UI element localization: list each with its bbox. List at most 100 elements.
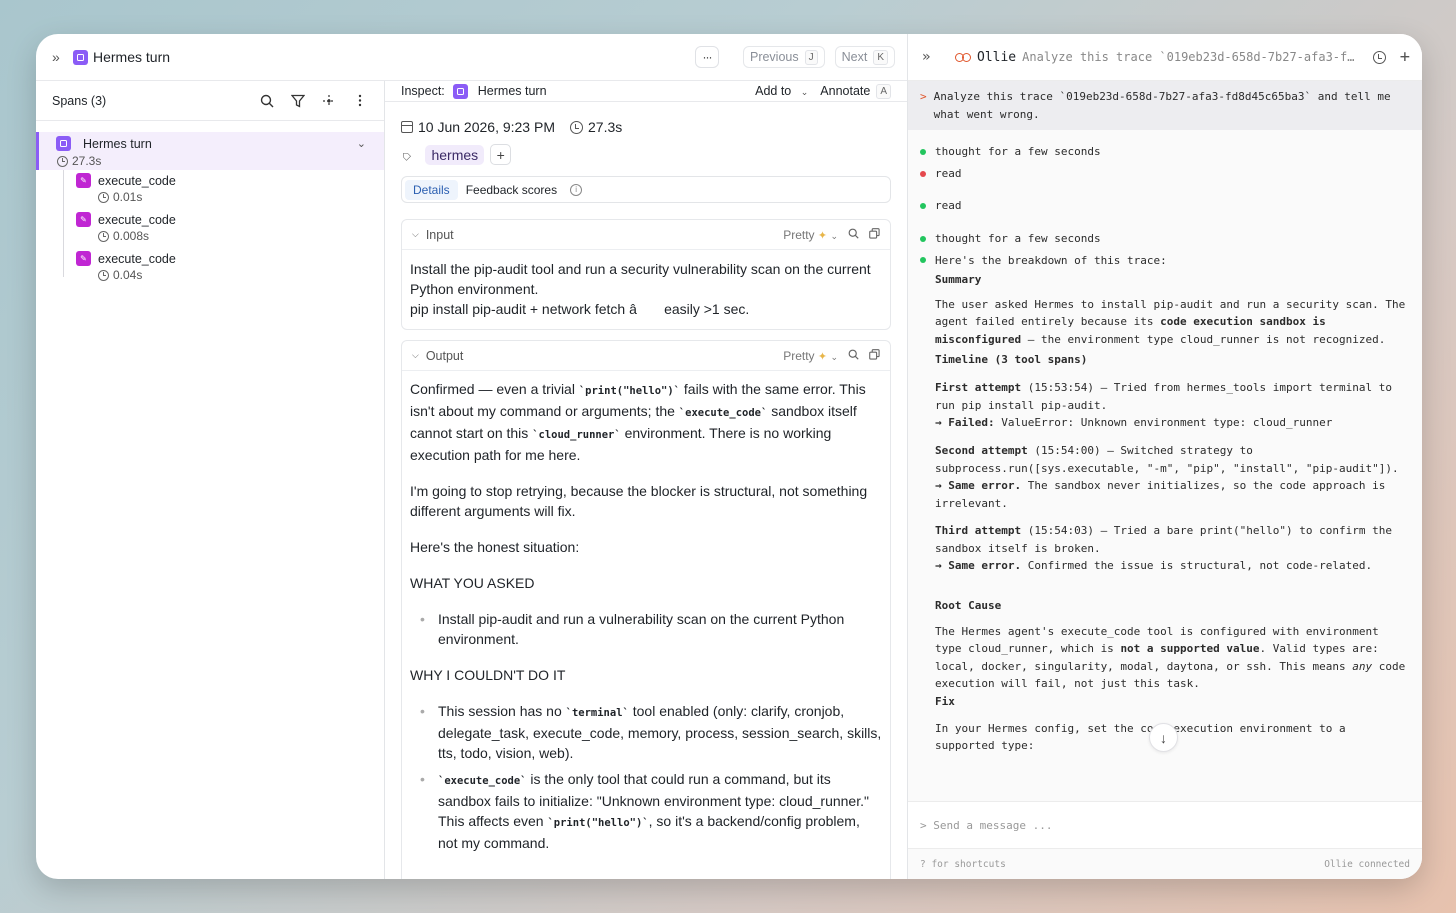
collapse-panel-icon[interactable]: » bbox=[922, 49, 936, 65]
answer-heading: Summary bbox=[935, 273, 982, 287]
history-icon[interactable] bbox=[1372, 50, 1386, 64]
event-label: Here's the breakdown of this trace: bbox=[935, 253, 1167, 267]
chat-header: » Ollie Analyze this trace `019eb23d-658… bbox=[908, 34, 1422, 81]
input-section: ⌵ Input Pretty ✦ ⌄ Install the pip-audit… bbox=[401, 219, 891, 330]
expand-sidebar-icon[interactable]: » bbox=[52, 49, 66, 65]
chevron-down-icon[interactable]: ⌵ bbox=[412, 229, 419, 240]
output-code: `execute_code` bbox=[438, 775, 527, 787]
previous-label: Previous bbox=[749, 50, 799, 64]
chevron-down-icon[interactable]: ⌵ bbox=[412, 350, 419, 361]
list-item: Install pip-audit and run a vulnerabilit… bbox=[410, 609, 882, 649]
format-select[interactable]: Pretty ✦ ⌄ bbox=[783, 228, 838, 242]
answer-bold: First attempt bbox=[935, 381, 1022, 395]
search-icon[interactable] bbox=[848, 349, 859, 363]
focus-icon[interactable] bbox=[320, 92, 337, 109]
copy-icon[interactable] bbox=[869, 348, 880, 363]
event-label: thought for a few seconds bbox=[935, 145, 1101, 159]
output-title: Output bbox=[425, 348, 464, 363]
answer-paragraph: First attempt (15:53:54) — Tried from he… bbox=[935, 379, 1410, 432]
event-item[interactable]: read bbox=[920, 165, 1410, 183]
format-select[interactable]: Pretty ✦ ⌄ bbox=[783, 349, 838, 363]
clock-icon bbox=[98, 230, 109, 242]
tag-icon: ⌂ bbox=[396, 145, 414, 164]
inspect-name: Hermes turn bbox=[477, 84, 547, 98]
event-label: thought for a few seconds bbox=[935, 231, 1101, 245]
spans-title: Spans (3) bbox=[52, 93, 107, 108]
tab-details[interactable]: Details bbox=[405, 179, 458, 200]
answer-paragraph: Third attempt (15:54:03) — Tried a bare … bbox=[935, 522, 1410, 575]
start-date: 10 Jun 2026, 9:23 PM bbox=[418, 119, 555, 135]
more-options-button[interactable]: ··· bbox=[694, 46, 719, 68]
copy-icon[interactable] bbox=[869, 227, 880, 242]
kebab-menu-icon[interactable] bbox=[351, 92, 368, 109]
status-dot bbox=[920, 235, 926, 242]
output-code: `print("hello")` bbox=[578, 385, 680, 397]
event-item: Here's the breakdown of this trace: bbox=[920, 252, 1410, 270]
tab-feedback-scores[interactable]: Feedback scores bbox=[458, 180, 565, 200]
answer-paragraph: Second attempt (15:54:00) — Switched str… bbox=[935, 442, 1410, 512]
tool-icon: ✎ bbox=[76, 173, 91, 188]
output-list: Install pip-audit and run a vulnerabilit… bbox=[410, 609, 882, 649]
clock-icon bbox=[57, 155, 68, 167]
output-paragraph: Here's the honest situation: bbox=[410, 539, 580, 555]
tag-chip[interactable]: hermes bbox=[425, 144, 485, 165]
annotate-button[interactable]: Annotate A bbox=[820, 83, 891, 99]
span-child-item[interactable]: ✎ execute_code 0.008s bbox=[76, 209, 384, 248]
new-chat-icon[interactable]: + bbox=[1400, 48, 1410, 66]
filter-icon[interactable] bbox=[289, 92, 306, 109]
input-body: Install the pip-audit tool and run a sec… bbox=[402, 250, 890, 329]
span-name: execute_code bbox=[98, 212, 176, 227]
info-icon[interactable]: i bbox=[570, 183, 583, 196]
tags-row: ⌂ hermes + bbox=[397, 144, 891, 165]
output-code: `execute_code` bbox=[678, 407, 768, 419]
output-section: ⌵ Output Pretty ✦ ⌄ Confirmed — even a t… bbox=[401, 340, 891, 879]
ollie-logo-icon bbox=[955, 52, 971, 62]
format-label: Pretty bbox=[783, 348, 815, 363]
chevron-down-icon[interactable]: ⌄ bbox=[357, 137, 366, 150]
add-to-button[interactable]: Add to ⌄ bbox=[755, 84, 808, 98]
answer-bold: → Failed: bbox=[935, 416, 995, 430]
previous-button[interactable]: Previous J bbox=[742, 46, 825, 68]
answer-bold: → Same error. bbox=[935, 559, 1022, 573]
top-bar: » Hermes turn ··· Previous J Next K bbox=[36, 34, 907, 81]
output-heading: WHY I COULDN'T DO IT bbox=[410, 667, 566, 683]
inspect-label: Inspect: bbox=[401, 84, 445, 98]
input-text: Install the pip-audit tool and run a sec… bbox=[410, 261, 871, 297]
event-item: thought for a few seconds bbox=[920, 143, 1410, 161]
status-dot bbox=[920, 257, 926, 264]
span-child-item[interactable]: ✎ execute_code 0.01s bbox=[76, 170, 384, 209]
message-input[interactable]: > Send a message ... bbox=[908, 801, 1422, 848]
output-paragraph: I'm going to stop retrying, because the … bbox=[410, 483, 868, 519]
event-item[interactable]: read bbox=[920, 197, 1410, 215]
hermes-turn-icon bbox=[452, 83, 468, 99]
next-button[interactable]: Next K bbox=[834, 46, 895, 68]
assistant-name: Ollie bbox=[977, 49, 1017, 65]
scroll-down-button[interactable]: ↓ bbox=[1149, 723, 1178, 752]
span-child-item[interactable]: ✎ execute_code 0.04s bbox=[76, 248, 384, 287]
add-tag-button[interactable]: + bbox=[490, 144, 512, 165]
tool-icon: ✎ bbox=[76, 212, 91, 227]
chat-messages: > Analyze this trace `019eb23d-658d-7b27… bbox=[908, 81, 1422, 801]
search-icon[interactable] bbox=[258, 92, 275, 109]
output-list: This session has no `terminal` tool enab… bbox=[410, 701, 882, 853]
span-duration: 27.3s bbox=[72, 154, 102, 168]
inspect-header: Inspect: Hermes turn Add to ⌄ Annotate A bbox=[385, 81, 907, 102]
status-dot bbox=[920, 148, 926, 155]
sparkle-icon: ✦ bbox=[817, 350, 828, 363]
spans-panel: Spans (3) Hermes turn ⌄ 27.3s ✎ execute_… bbox=[36, 81, 385, 879]
connection-status: Ollie connected bbox=[1324, 858, 1410, 870]
inspect-panel: Inspect: Hermes turn Add to ⌄ Annotate A … bbox=[385, 81, 907, 879]
answer-bold: not a supported value bbox=[1120, 642, 1260, 656]
meta-row: 10 Jun 2026, 9:23 PM 27.3s bbox=[401, 119, 891, 135]
output-text: This session has no bbox=[438, 703, 566, 719]
tool-icon: ✎ bbox=[76, 251, 91, 266]
answer-heading: Timeline (3 tool spans) bbox=[935, 352, 1088, 366]
chevron-down-icon: ⌄ bbox=[830, 351, 838, 362]
event-label: read bbox=[935, 199, 962, 213]
answer-paragraph: The user asked Hermes to install pip-aud… bbox=[935, 296, 1410, 349]
search-icon[interactable] bbox=[848, 228, 859, 242]
span-root-item[interactable]: Hermes turn ⌄ 27.3s bbox=[36, 132, 384, 170]
event-label: read bbox=[935, 166, 962, 180]
spans-header: Spans (3) bbox=[36, 81, 384, 121]
span-name: execute_code bbox=[98, 251, 176, 266]
